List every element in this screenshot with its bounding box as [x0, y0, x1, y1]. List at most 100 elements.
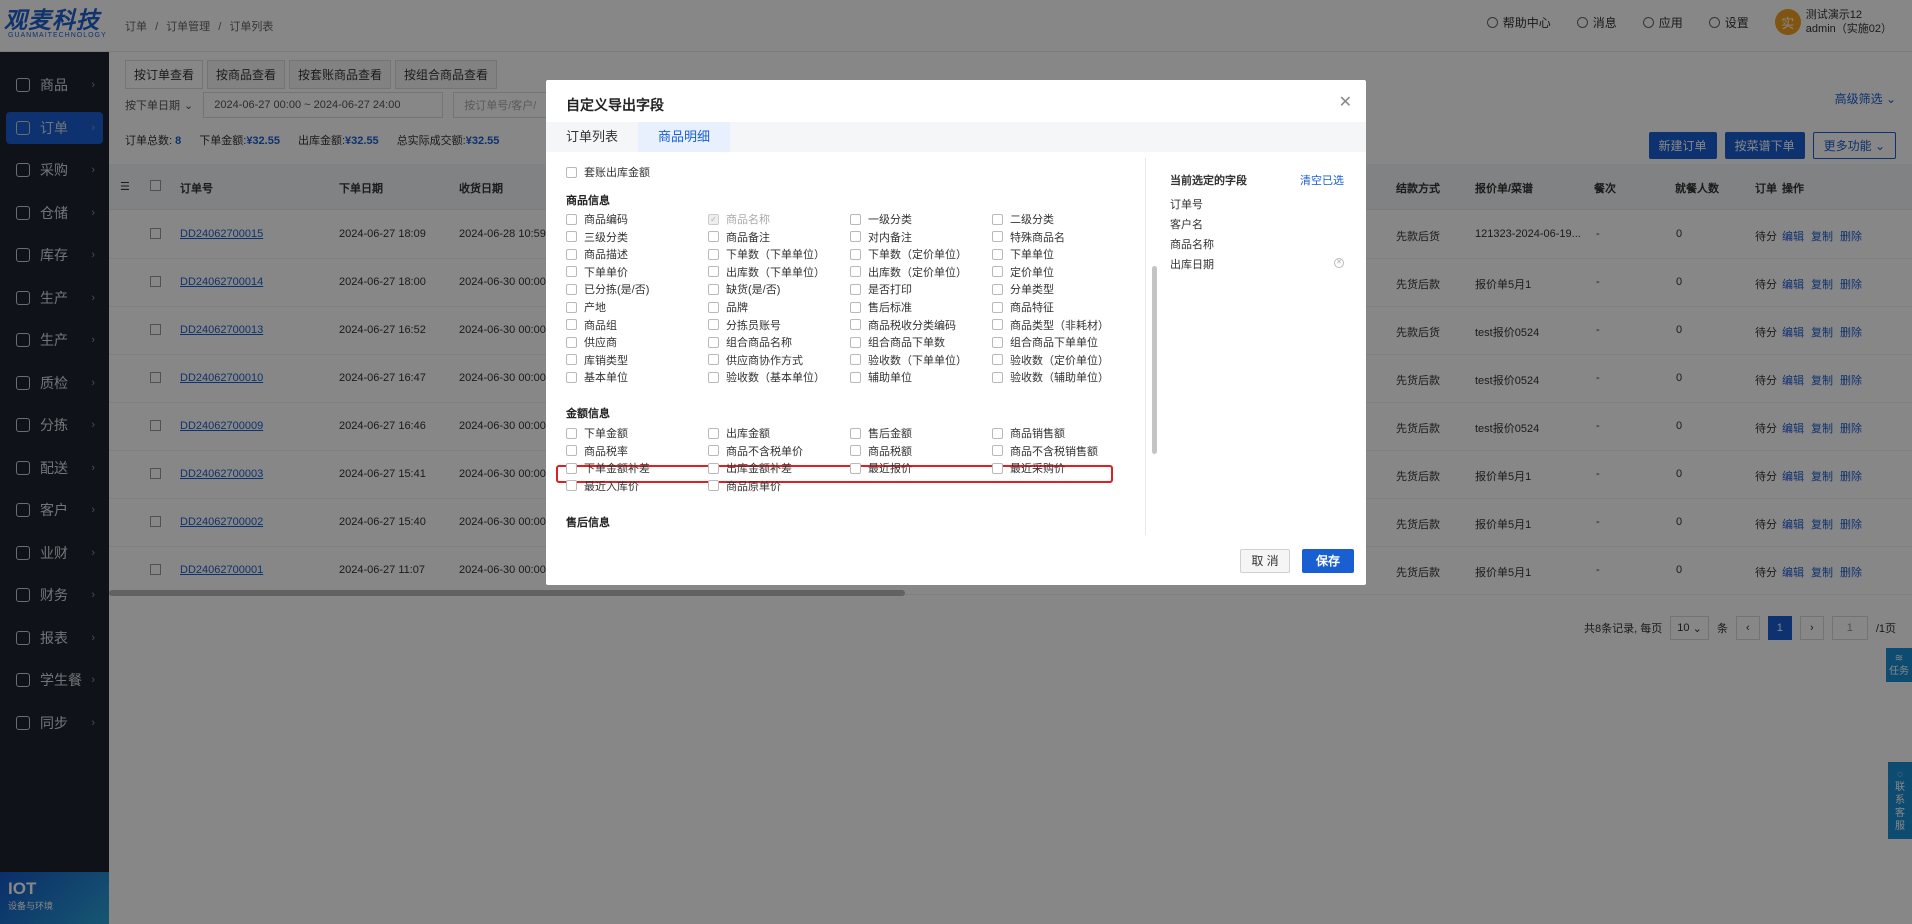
checkbox[interactable]: [992, 231, 1003, 243]
checkbox[interactable]: [566, 371, 577, 383]
field-checkbox[interactable]: 下单数（定价单位）: [850, 246, 967, 262]
checkbox[interactable]: [850, 213, 861, 225]
checkbox[interactable]: [992, 336, 1003, 348]
field-list-scrollbar[interactable]: [1152, 266, 1157, 454]
checkbox[interactable]: [566, 319, 577, 331]
checkbox[interactable]: [850, 462, 861, 474]
checkbox[interactable]: [708, 336, 719, 348]
checkbox[interactable]: [850, 336, 861, 348]
checkbox[interactable]: [566, 462, 577, 474]
checkbox[interactable]: [566, 283, 577, 295]
field-checkbox[interactable]: 售后金额: [850, 425, 912, 441]
checkbox[interactable]: [708, 266, 719, 278]
checkbox[interactable]: [708, 231, 719, 243]
checkbox[interactable]: [566, 231, 577, 243]
field-checkbox[interactable]: 组合商品下单单位: [992, 334, 1098, 350]
checkbox[interactable]: [992, 427, 1003, 439]
field-checkbox[interactable]: 供应商: [566, 334, 617, 350]
checkbox[interactable]: [566, 166, 577, 178]
checkbox[interactable]: [708, 248, 719, 260]
field-checkbox[interactable]: 对内备注: [850, 229, 912, 245]
checkbox[interactable]: [850, 231, 861, 243]
save-button[interactable]: 保存: [1302, 549, 1354, 573]
checkbox[interactable]: [850, 354, 861, 366]
checkbox[interactable]: [566, 301, 577, 313]
checkbox[interactable]: [992, 371, 1003, 383]
checkbox[interactable]: [992, 248, 1003, 260]
checkbox[interactable]: [708, 354, 719, 366]
tab-order-list[interactable]: 订单列表: [546, 122, 638, 152]
field-checkbox[interactable]: 出库金额: [708, 425, 770, 441]
clear-selected-link[interactable]: 清空已选: [1300, 172, 1344, 188]
field-checkbox[interactable]: 售后标准: [850, 299, 912, 315]
field-checkbox[interactable]: 商品描述: [566, 246, 628, 262]
field-checkbox[interactable]: 最近入库价: [566, 478, 639, 494]
checkbox[interactable]: [992, 445, 1003, 457]
checkbox[interactable]: [850, 266, 861, 278]
field-checkbox[interactable]: 三级分类: [566, 229, 628, 245]
remove-field-icon[interactable]: ✕: [1334, 258, 1344, 268]
field-checkbox[interactable]: 下单金额补差: [566, 460, 650, 476]
checkbox[interactable]: [992, 266, 1003, 278]
checkbox[interactable]: [850, 427, 861, 439]
checkbox[interactable]: [566, 266, 577, 278]
field-checkbox[interactable]: 库销类型: [566, 352, 628, 368]
checkbox[interactable]: [992, 319, 1003, 331]
field-checkbox[interactable]: 供应商协作方式: [708, 352, 803, 368]
field-checkbox[interactable]: 出库数（定价单位）: [850, 264, 967, 280]
field-checkbox[interactable]: 基本单位: [566, 369, 628, 385]
checkbox[interactable]: [566, 336, 577, 348]
field-checkbox[interactable]: 分单类型: [992, 281, 1054, 297]
field-checkbox[interactable]: 商品原单价: [708, 478, 781, 494]
checkbox[interactable]: [708, 371, 719, 383]
checkbox[interactable]: [566, 354, 577, 366]
field-checkbox[interactable]: 出库数（下单单位）: [708, 264, 825, 280]
field-checkbox[interactable]: 商品特征: [992, 299, 1054, 315]
selected-field[interactable]: 出库日期: [1170, 256, 1214, 272]
field-checkbox[interactable]: 下单单价: [566, 264, 628, 280]
checkbox[interactable]: [708, 319, 719, 331]
checkbox[interactable]: [992, 462, 1003, 474]
field-checkbox[interactable]: 分拣员账号: [708, 317, 781, 333]
field-checkbox[interactable]: 特殊商品名: [992, 229, 1065, 245]
selected-field[interactable]: 商品名称: [1170, 236, 1214, 252]
selected-field[interactable]: 客户名: [1170, 216, 1203, 232]
field-checkbox[interactable]: 缺货(是/否): [708, 281, 780, 297]
field-checkbox[interactable]: 商品备注: [708, 229, 770, 245]
checkbox[interactable]: [992, 283, 1003, 295]
checkbox[interactable]: [850, 248, 861, 260]
field-checkbox[interactable]: 品牌: [708, 299, 748, 315]
checkbox[interactable]: [708, 427, 719, 439]
checkbox[interactable]: [708, 462, 719, 474]
checkbox[interactable]: [566, 445, 577, 457]
field-checkbox[interactable]: 套账出库金额: [566, 164, 650, 180]
selected-field[interactable]: 订单号: [1170, 196, 1203, 212]
close-icon[interactable]: ✕: [1339, 92, 1352, 112]
checkbox[interactable]: [850, 301, 861, 313]
field-checkbox[interactable]: 已分拣(是/否): [566, 281, 649, 297]
cancel-button[interactable]: 取 消: [1240, 549, 1290, 573]
field-checkbox[interactable]: 验收数（辅助单位）: [992, 369, 1109, 385]
field-checkbox[interactable]: 定价单位: [992, 264, 1054, 280]
field-checkbox[interactable]: 最近报价: [850, 460, 912, 476]
field-checkbox[interactable]: 商品税率: [566, 443, 628, 459]
checkbox[interactable]: [566, 480, 577, 492]
field-checkbox[interactable]: 商品组: [566, 317, 617, 333]
field-checkbox[interactable]: 下单金额: [566, 425, 628, 441]
field-checkbox[interactable]: 组合商品名称: [708, 334, 792, 350]
field-checkbox[interactable]: 组合商品下单数: [850, 334, 945, 350]
checkbox[interactable]: [566, 213, 577, 225]
field-checkbox[interactable]: 一级分类: [850, 211, 912, 227]
field-checkbox[interactable]: 商品不含税销售额: [992, 443, 1098, 459]
field-checkbox[interactable]: 是否打印: [850, 281, 912, 297]
checkbox[interactable]: [708, 445, 719, 457]
checkbox[interactable]: [992, 301, 1003, 313]
tab-goods-detail[interactable]: 商品明细: [638, 122, 731, 152]
checkbox[interactable]: [850, 319, 861, 331]
checkbox[interactable]: [992, 213, 1003, 225]
field-checkbox[interactable]: 商品销售额: [992, 425, 1065, 441]
field-checkbox[interactable]: 商品类型（非耗材）: [992, 317, 1109, 333]
field-checkbox[interactable]: 商品不含税单价: [708, 443, 803, 459]
checkbox[interactable]: [708, 301, 719, 313]
checkbox[interactable]: [850, 283, 861, 295]
